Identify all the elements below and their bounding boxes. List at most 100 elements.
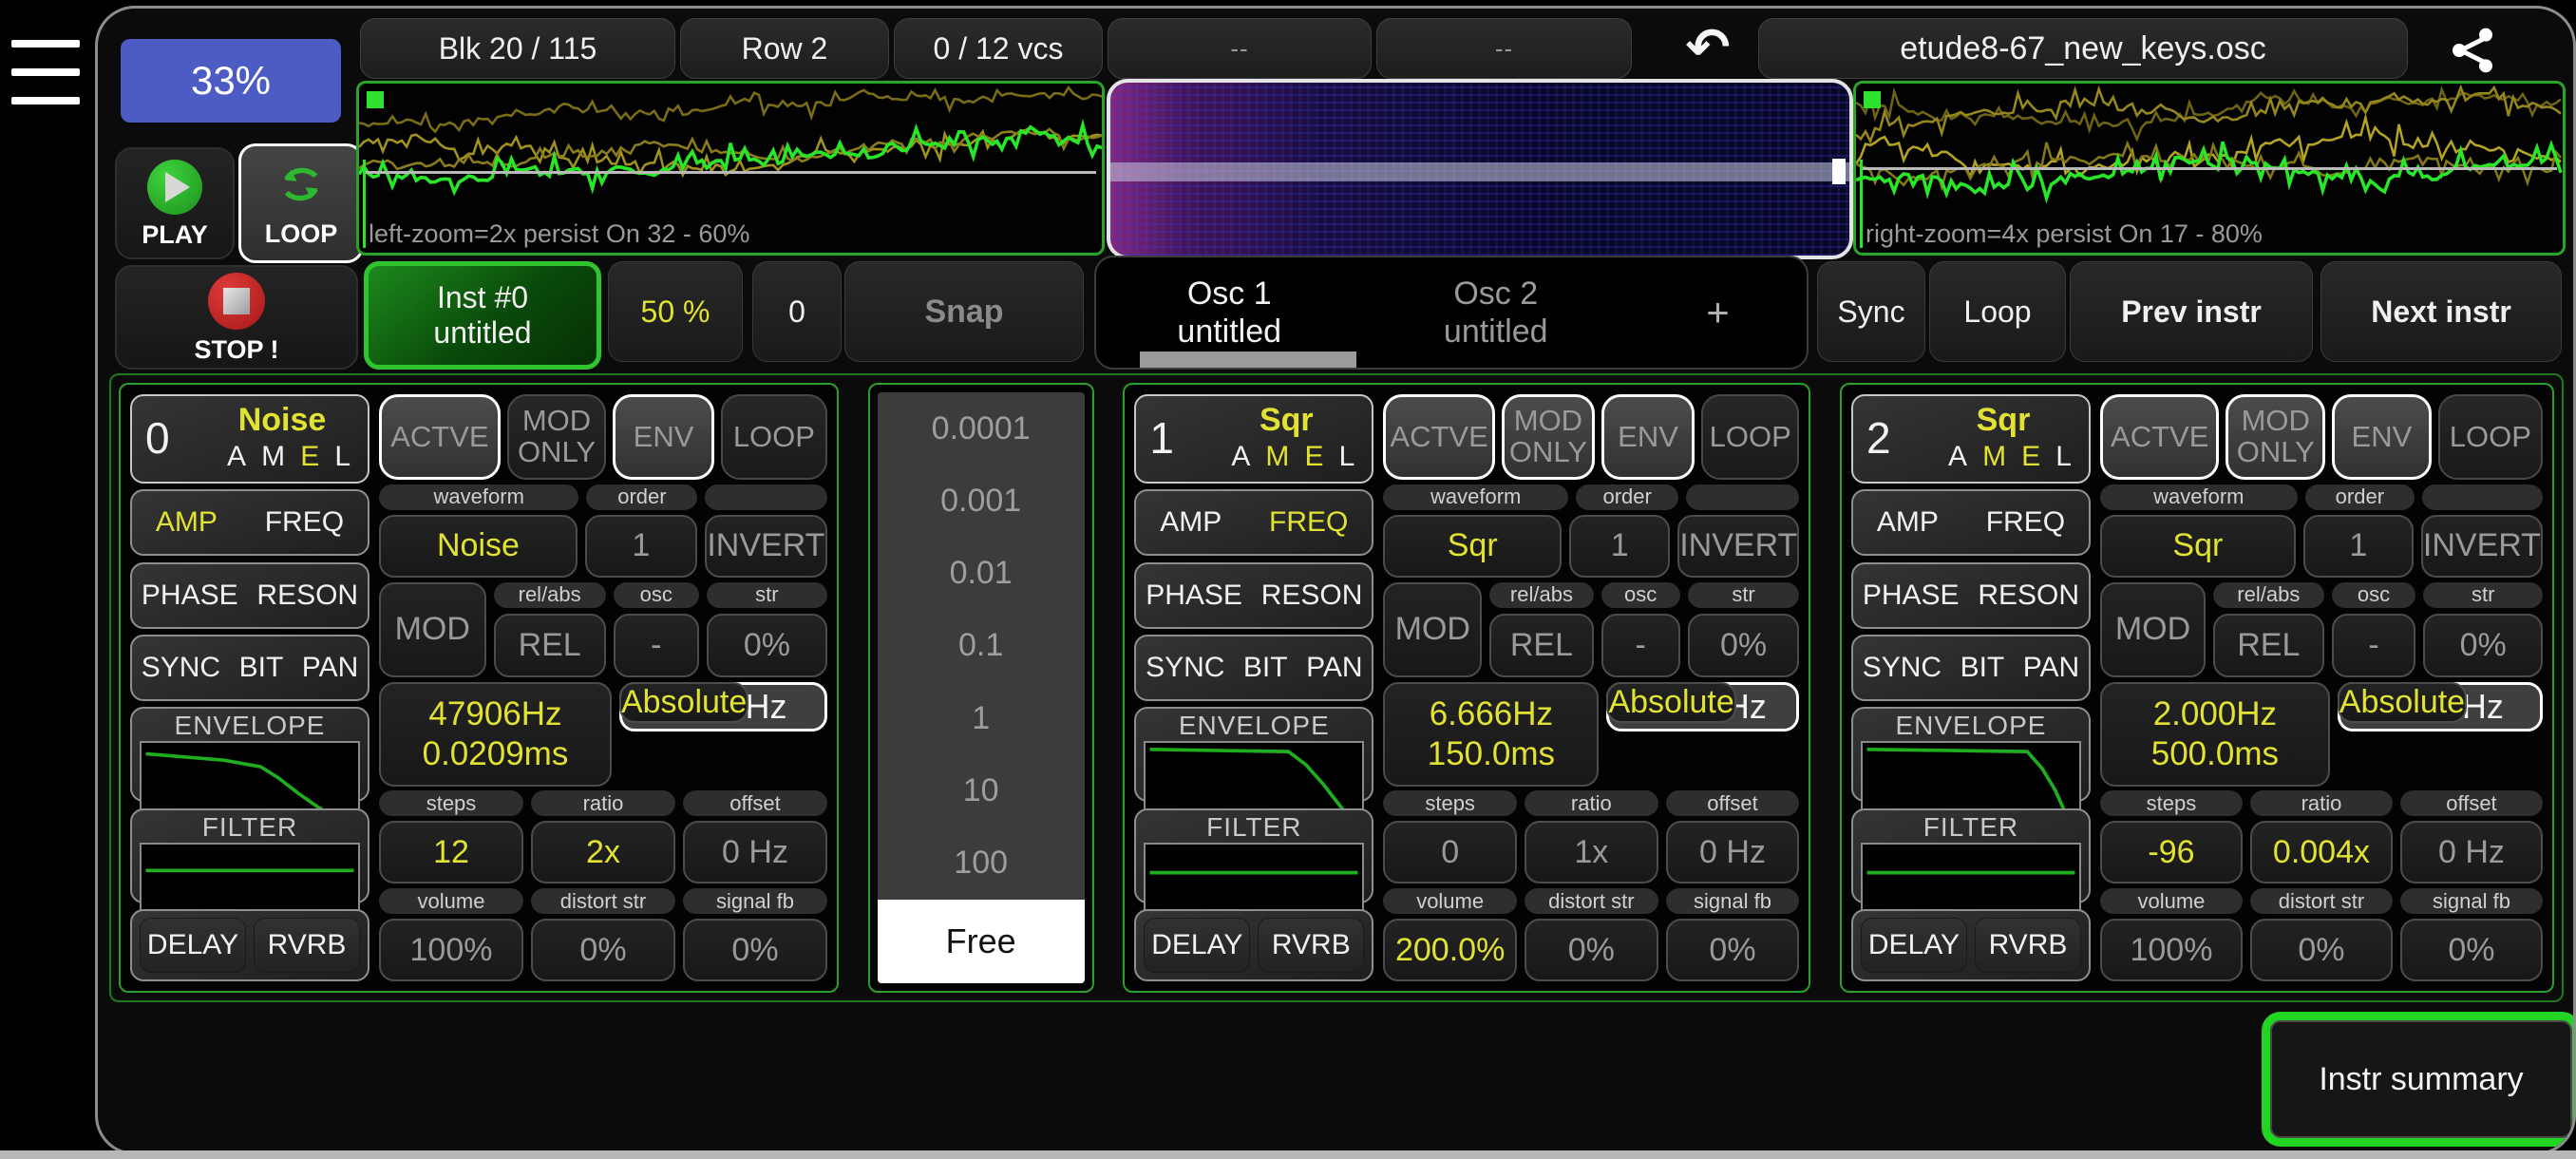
mix-percent-button[interactable]: 50 %: [608, 261, 743, 362]
offset-value-button[interactable]: 0 Hz: [1666, 821, 1800, 884]
freq-range-option[interactable]: 1: [878, 682, 1085, 754]
osc-header-button[interactable]: 2 Sqr A M E L: [1851, 394, 2091, 484]
stop-button[interactable]: STOP !: [115, 265, 358, 370]
freq-range-option[interactable]: 0.01: [878, 538, 1085, 610]
frequency-readout-button[interactable]: 2.000Hz 500.0ms: [2100, 682, 2330, 787]
mod-only-toggle-button[interactable]: MOD ONLY: [1502, 394, 1595, 480]
prev-instrument-button[interactable]: Prev instr: [2070, 261, 2313, 362]
mod-strength-button[interactable]: 0%: [707, 614, 827, 677]
undo-icon[interactable]: ↶: [1675, 18, 1741, 77]
instrument-loop-button[interactable]: Loop: [1929, 261, 2066, 362]
rvrb-button[interactable]: RVRB: [1975, 918, 2081, 973]
delay-button[interactable]: DELAY: [1144, 918, 1250, 973]
freq-range-free-option[interactable]: Free: [878, 900, 1085, 983]
mod-osc-select-button[interactable]: -: [2332, 614, 2416, 677]
mod-button[interactable]: MOD: [1383, 582, 1482, 677]
signal-fb-value-button[interactable]: 0%: [683, 919, 827, 981]
signal-fb-value-button[interactable]: 0%: [1666, 919, 1800, 981]
block-counter-button[interactable]: Blk 20 / 115: [360, 18, 675, 79]
freq-range-option[interactable]: 0.0001: [878, 392, 1085, 465]
spectrogram-display[interactable]: [1107, 79, 1853, 259]
absolute-mode-button[interactable]: Absolute: [2338, 682, 2467, 723]
pan-button[interactable]: PAN: [302, 652, 358, 684]
volume-value-button[interactable]: 100%: [379, 919, 523, 981]
amp-button[interactable]: AMP: [1160, 506, 1222, 539]
waveform-value-button[interactable]: Sqr: [2100, 515, 2296, 578]
rvrb-button[interactable]: RVRB: [1258, 918, 1364, 973]
invert-button[interactable]: INVERT: [705, 515, 827, 578]
pan-button[interactable]: PAN: [1306, 652, 1362, 684]
phase-button[interactable]: PHASE: [1863, 580, 1960, 612]
envelope-display[interactable]: ENVELOPE: [130, 707, 369, 802]
freq-range-option[interactable]: 10: [878, 754, 1085, 826]
env-toggle-button[interactable]: ENV: [1601, 394, 1695, 480]
mod-button[interactable]: MOD: [2100, 582, 2206, 677]
order-value-button[interactable]: 1: [585, 515, 697, 578]
absolute-mode-button[interactable]: Absolute: [1606, 682, 1735, 723]
steps-value-button[interactable]: 12: [379, 821, 523, 884]
mod-osc-select-button[interactable]: -: [614, 614, 699, 677]
loop-toggle-button[interactable]: LOOP: [238, 143, 364, 263]
progress-percent-button[interactable]: 33%: [121, 39, 341, 123]
order-value-button[interactable]: 1: [1569, 515, 1670, 578]
phase-button[interactable]: PHASE: [1146, 580, 1242, 612]
voices-counter-button[interactable]: 0 / 12 vcs: [894, 18, 1103, 79]
play-button[interactable]: PLAY: [115, 147, 235, 259]
absolute-mode-button[interactable]: Absolute: [619, 682, 748, 723]
signal-fb-value-button[interactable]: 0%: [2400, 919, 2543, 981]
instrument-select-button[interactable]: Inst #0 untitled: [364, 261, 601, 370]
osc-header-button[interactable]: 1 Sqr A M E L: [1134, 394, 1373, 484]
sync-button[interactable]: SYNC: [1863, 652, 1941, 684]
rvrb-button[interactable]: RVRB: [254, 918, 360, 973]
active-toggle-button[interactable]: ACTVE: [1383, 394, 1495, 480]
row-counter-button[interactable]: Row 2: [680, 18, 889, 79]
reson-button[interactable]: RESON: [1978, 580, 2079, 612]
invert-button[interactable]: INVERT: [1677, 515, 1799, 578]
loop-toggle-button[interactable]: LOOP: [1701, 394, 1799, 480]
empty-slot-button-1[interactable]: --: [1108, 18, 1372, 79]
freq-button[interactable]: FREQ: [265, 506, 344, 539]
active-toggle-button[interactable]: ACTVE: [379, 394, 501, 480]
envelope-display[interactable]: ENVELOPE: [1134, 707, 1373, 802]
amp-button[interactable]: AMP: [1877, 506, 1939, 539]
loop-toggle-button[interactable]: LOOP: [2438, 394, 2543, 480]
frequency-readout-button[interactable]: 47906Hz 0.0209ms: [379, 682, 612, 787]
volume-value-button[interactable]: 200.0%: [1383, 919, 1517, 981]
share-icon[interactable]: [2442, 24, 2503, 77]
mod-strength-button[interactable]: 0%: [2423, 614, 2542, 677]
waveform-value-button[interactable]: Sqr: [1383, 515, 1562, 578]
rel-abs-button[interactable]: REL: [494, 614, 606, 677]
freq-button[interactable]: FREQ: [1986, 506, 2065, 539]
distort-value-button[interactable]: 0%: [2250, 919, 2393, 981]
delay-button[interactable]: DELAY: [1861, 918, 1967, 973]
loop-toggle-button[interactable]: LOOP: [721, 394, 827, 480]
tab-osc2[interactable]: Osc 2 untitled: [1363, 275, 1630, 351]
offset-value-button[interactable]: 0 Hz: [683, 821, 827, 884]
right-waveform-scope[interactable]: right-zoom=4x persist On 17 - 80%: [1853, 81, 2566, 256]
tab-osc1[interactable]: Osc 1 untitled: [1096, 275, 1363, 351]
reson-button[interactable]: RESON: [1261, 580, 1363, 612]
distort-value-button[interactable]: 0%: [1525, 919, 1658, 981]
sync-button[interactable]: SYNC: [142, 652, 220, 684]
mod-osc-select-button[interactable]: -: [1601, 614, 1680, 677]
env-toggle-button[interactable]: ENV: [2332, 394, 2432, 480]
bit-button[interactable]: BIT: [1960, 652, 2005, 684]
freq-range-option[interactable]: 0.1: [878, 610, 1085, 682]
empty-slot-button-2[interactable]: --: [1376, 18, 1632, 79]
osc-header-button[interactable]: 0 Noise A M E L: [130, 394, 369, 484]
sync-button[interactable]: SYNC: [1146, 652, 1224, 684]
delay-button[interactable]: DELAY: [140, 918, 246, 973]
invert-button[interactable]: INVERT: [2421, 515, 2543, 578]
hamburger-menu-icon[interactable]: [11, 40, 84, 112]
env-toggle-button[interactable]: ENV: [613, 394, 714, 480]
add-oscillator-button[interactable]: +: [1629, 290, 1807, 335]
instr-summary-button[interactable]: Instr summary: [2262, 1012, 2576, 1147]
mod-strength-button[interactable]: 0%: [1688, 614, 1800, 677]
active-toggle-button[interactable]: ACTVE: [2100, 394, 2219, 480]
freq-range-option[interactable]: 100: [878, 827, 1085, 900]
order-value-button[interactable]: 1: [2303, 515, 2414, 578]
phase-button[interactable]: PHASE: [142, 580, 238, 612]
amp-button[interactable]: AMP: [156, 506, 218, 539]
filter-display[interactable]: FILTER: [130, 808, 369, 903]
filter-display[interactable]: FILTER: [1134, 808, 1373, 903]
